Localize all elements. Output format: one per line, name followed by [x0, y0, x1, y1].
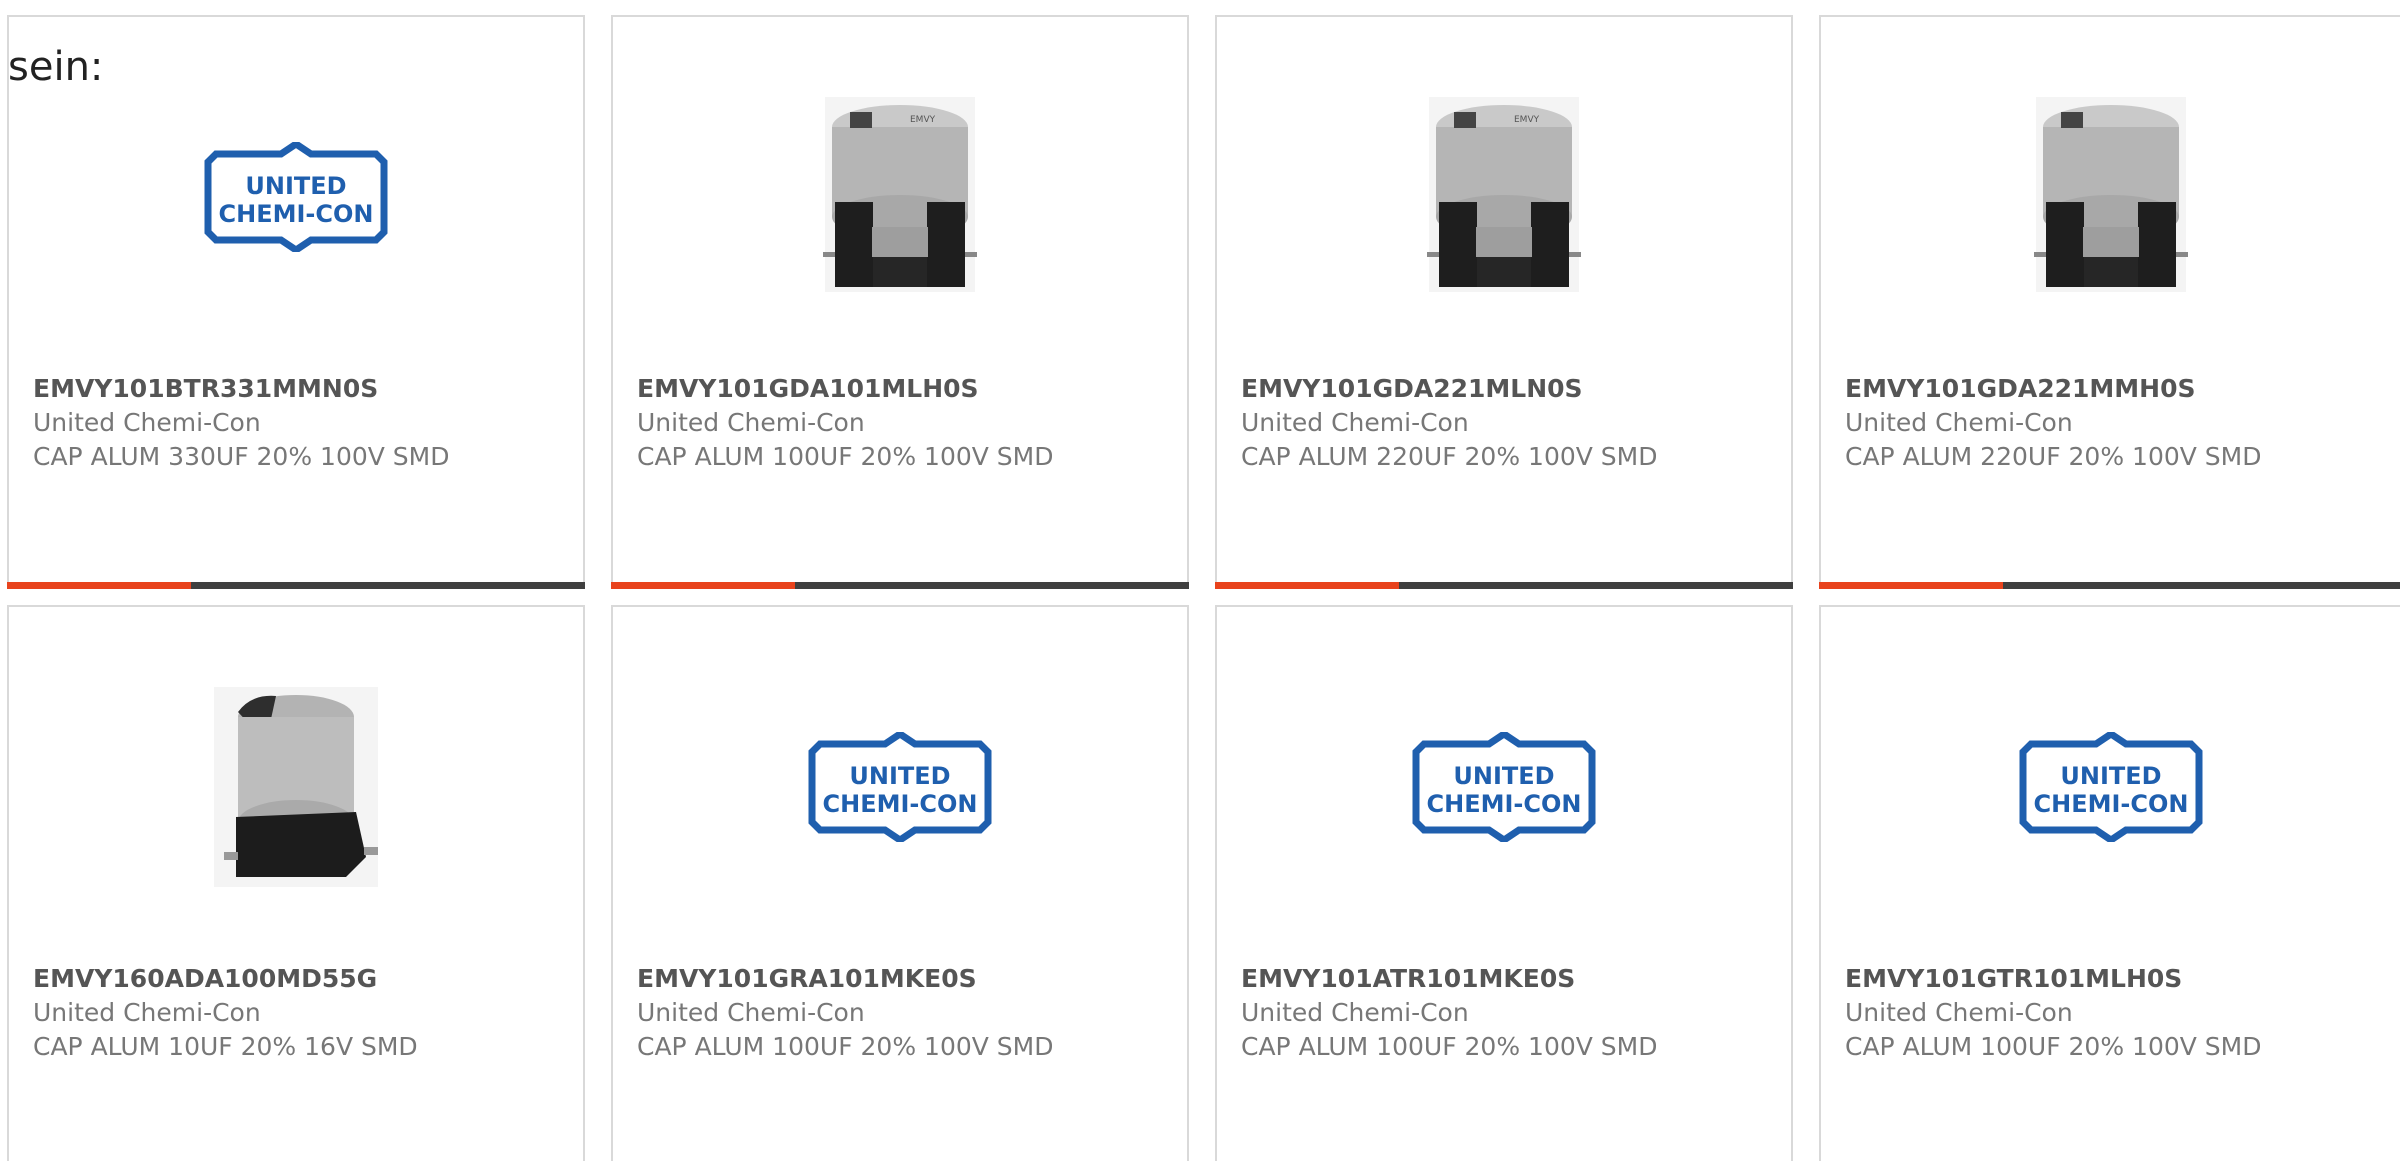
capacitor-image: EMVY	[823, 97, 977, 292]
product-image[interactable]: UNITED CHEMI-CON	[1217, 677, 1791, 897]
manufacturer: United Chemi-Con	[1845, 998, 2073, 1027]
card-bar	[7, 582, 585, 589]
capacitor-image: EMVY	[1427, 97, 1581, 292]
part-number[interactable]: EMVY101BTR331MMN0S	[33, 372, 450, 406]
product-image[interactable]	[9, 677, 583, 897]
part-number[interactable]: EMVY101GRA101MKE0S	[637, 962, 1054, 996]
part-number[interactable]: EMVY101GDA101MLH0S	[637, 372, 1054, 406]
part-number[interactable]: EMVY101GTR101MLH0S	[1845, 962, 2262, 996]
product-info: EMVY101GDA221MLN0S United Chemi-Con CAP …	[1241, 372, 1658, 474]
svg-text:UNITED: UNITED	[849, 762, 950, 790]
product-card[interactable]: EMVY160ADA100MD55G United Chemi-Con CAP …	[7, 605, 585, 1161]
svg-text:CHEMI-CON: CHEMI-CON	[1427, 790, 1582, 818]
card-bar	[1819, 582, 2400, 589]
product-card[interactable]: UNITED CHEMI-CON EMVY101ATR101MKE0S Unit…	[1215, 605, 1793, 1161]
svg-text:CHEMI-CON: CHEMI-CON	[2033, 790, 2188, 818]
svg-text:CHEMI-CON: CHEMI-CON	[823, 790, 978, 818]
product-info: EMVY101ATR101MKE0S United Chemi-Con CAP …	[1241, 962, 1658, 1064]
product-card[interactable]: UNITED CHEMI-CON EMVY101GRA101MKE0S Unit…	[611, 605, 1189, 1161]
description: CAP ALUM 220UF 20% 100V SMD	[1241, 442, 1658, 471]
card-bar-accent	[7, 582, 191, 589]
product-info: EMVY101GRA101MKE0S United Chemi-Con CAP …	[637, 962, 1054, 1064]
product-card[interactable]: UNITED CHEMI-CON EMVY101GTR101MLH0S Unit…	[1819, 605, 2400, 1161]
svg-text:CHEMI-CON: CHEMI-CON	[219, 200, 374, 228]
product-info: EMVY101GTR101MLH0S United Chemi-Con CAP …	[1845, 962, 2262, 1064]
product-info: EMVY101BTR331MMN0S United Chemi-Con CAP …	[33, 372, 450, 474]
description: CAP ALUM 220UF 20% 100V SMD	[1845, 442, 2262, 471]
manufacturer: United Chemi-Con	[637, 408, 865, 437]
product-card[interactable]: UNITED CHEMI-CON EMVY101BTR331MMN0S Unit…	[7, 15, 585, 589]
manufacturer: United Chemi-Con	[33, 998, 261, 1027]
product-info: EMVY160ADA100MD55G United Chemi-Con CAP …	[33, 962, 418, 1064]
description: CAP ALUM 100UF 20% 100V SMD	[637, 442, 1054, 471]
united-chemi-con-logo: UNITED CHEMI-CON	[808, 732, 992, 842]
card-bar	[611, 582, 1189, 589]
description: CAP ALUM 10UF 20% 16V SMD	[33, 1032, 418, 1061]
card-bar	[1215, 582, 1793, 589]
svg-text:UNITED: UNITED	[245, 172, 346, 200]
product-image[interactable]: EMVY	[1217, 87, 1791, 307]
card-bar-accent	[1819, 582, 2003, 589]
product-info: EMVY101GDA221MMH0S United Chemi-Con CAP …	[1845, 372, 2262, 474]
description: CAP ALUM 330UF 20% 100V SMD	[33, 442, 450, 471]
product-image[interactable]: UNITED CHEMI-CON	[613, 677, 1187, 897]
product-card[interactable]: EMVY101GDA221MMH0S United Chemi-Con CAP …	[1819, 15, 2400, 589]
united-chemi-con-logo: UNITED CHEMI-CON	[2019, 732, 2202, 842]
manufacturer: United Chemi-Con	[637, 998, 865, 1027]
product-image[interactable]: UNITED CHEMI-CON	[9, 87, 583, 307]
intro-text: sein:	[8, 44, 104, 90]
svg-text:UNITED: UNITED	[1453, 762, 1554, 790]
product-image[interactable]: EMVY	[613, 87, 1187, 307]
part-number[interactable]: EMVY160ADA100MD55G	[33, 962, 418, 996]
product-image[interactable]	[1821, 87, 2400, 307]
part-number[interactable]: EMVY101ATR101MKE0S	[1241, 962, 1658, 996]
manufacturer: United Chemi-Con	[1241, 408, 1469, 437]
product-card[interactable]: EMVY EMVY101GDA101MLH0S United Chemi-Con…	[611, 15, 1189, 589]
card-bar-accent	[1215, 582, 1399, 589]
product-grid-page: sein: UNITED CHEMI-CON EMVY101BTR331MMN0…	[0, 0, 2400, 1161]
united-chemi-con-logo: UNITED CHEMI-CON	[1412, 732, 1596, 842]
capacitor-image	[214, 687, 378, 887]
manufacturer: United Chemi-Con	[33, 408, 261, 437]
card-bar-accent	[611, 582, 795, 589]
description: CAP ALUM 100UF 20% 100V SMD	[1845, 1032, 2262, 1061]
product-card[interactable]: EMVY EMVY101GDA221MLN0S United Chemi-Con…	[1215, 15, 1793, 589]
description: CAP ALUM 100UF 20% 100V SMD	[637, 1032, 1054, 1061]
description: CAP ALUM 100UF 20% 100V SMD	[1241, 1032, 1658, 1061]
part-number[interactable]: EMVY101GDA221MLN0S	[1241, 372, 1658, 406]
part-number[interactable]: EMVY101GDA221MMH0S	[1845, 372, 2262, 406]
svg-text:EMVY: EMVY	[1514, 115, 1540, 125]
product-image[interactable]: UNITED CHEMI-CON	[1821, 677, 2400, 897]
product-info: EMVY101GDA101MLH0S United Chemi-Con CAP …	[637, 372, 1054, 474]
svg-text:UNITED: UNITED	[2060, 762, 2161, 790]
united-chemi-con-logo: UNITED CHEMI-CON	[204, 142, 388, 252]
manufacturer: United Chemi-Con	[1845, 408, 2073, 437]
manufacturer: United Chemi-Con	[1241, 998, 1469, 1027]
svg-text:EMVY: EMVY	[910, 115, 936, 125]
capacitor-image	[2033, 97, 2188, 292]
